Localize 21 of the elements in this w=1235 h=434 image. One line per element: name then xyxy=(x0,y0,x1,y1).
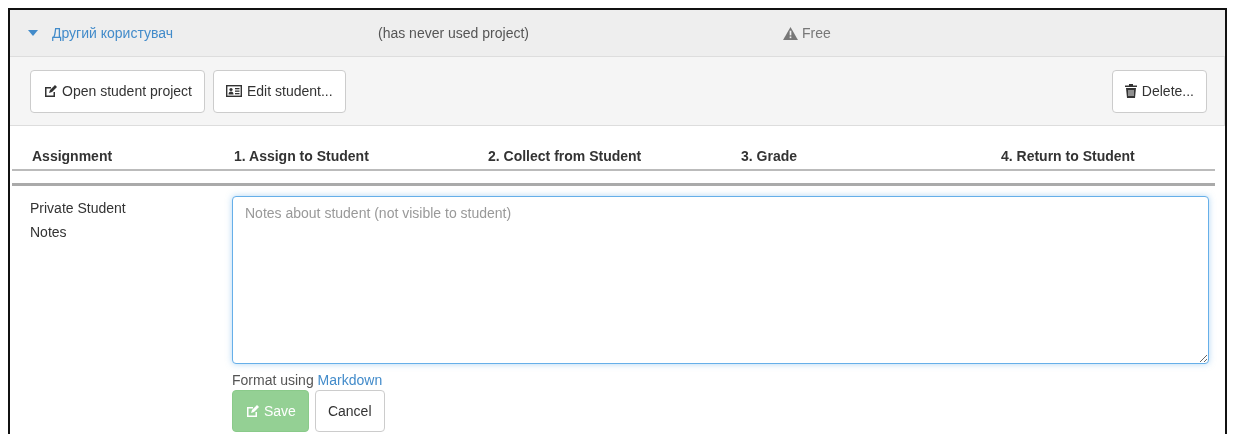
edit-icon xyxy=(43,84,57,98)
last-used-text: (has never used project) xyxy=(378,25,530,41)
format-hint: Format using Markdown xyxy=(232,372,384,388)
edit-icon xyxy=(245,404,259,418)
caret-icon[interactable] xyxy=(28,30,38,36)
notes-field[interactable]: Notes about student (not visible to student) xyxy=(232,196,1209,364)
edit-student-button[interactable]: Edit student... xyxy=(213,69,346,113)
warning-icon xyxy=(783,26,798,40)
delete-button[interactable]: Delete... xyxy=(1111,69,1207,113)
notes-label: Private Student Notes xyxy=(30,199,127,242)
markdown-link[interactable]: Markdown xyxy=(317,372,383,388)
column-header: 1. Assign to Student xyxy=(234,148,370,164)
column-header: Assignment xyxy=(32,148,114,164)
trash-icon xyxy=(1124,84,1137,98)
column-header: 4. Return to Student xyxy=(1001,148,1136,164)
cancel-button[interactable]: Cancel xyxy=(314,390,385,432)
status-text: Free xyxy=(802,25,831,41)
id-card-icon xyxy=(226,85,242,97)
column-header: 2. Collect from Student xyxy=(488,148,643,164)
open-project-button[interactable]: Open student project xyxy=(30,69,205,113)
column-header: 3. Grade xyxy=(741,148,799,164)
